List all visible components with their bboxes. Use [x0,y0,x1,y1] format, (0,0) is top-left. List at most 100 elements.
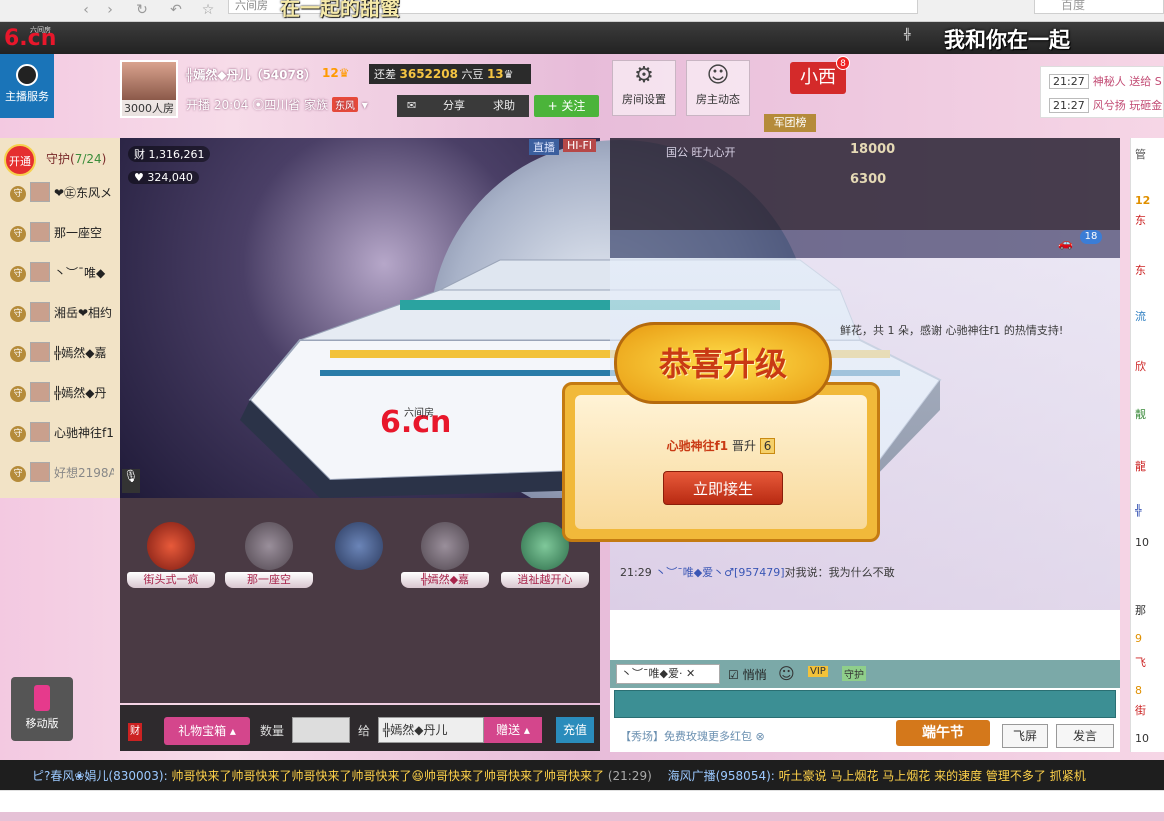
gift-message: 21:27 神秘人 送给 S [1049,73,1162,89]
follow-button[interactable]: + 关注 [534,95,599,117]
host-name: ╬嫣然◆丹儿（54078） [186,68,317,82]
guard-icon[interactable]: 守护 [842,666,866,681]
list-item[interactable]: 9 [1135,632,1164,646]
army-list-button[interactable]: 军团榜 [764,114,816,132]
qq-icon [16,64,38,86]
message-input[interactable] [614,690,1116,718]
list-item[interactable]: 流 [1135,308,1164,322]
guard-row[interactable]: 守 心驰神往f1 [0,416,116,456]
quantity-input[interactable] [292,717,350,743]
avatar [421,522,469,570]
chevron-down-icon[interactable]: ▾ [362,98,368,112]
fly-screen-button[interactable]: 飞屏 [1002,724,1048,748]
star-icon[interactable]: ☆ [198,0,218,20]
list-item[interactable]: 飞 [1135,654,1164,668]
xiaoxi-button[interactable]: 小西 8 [790,56,850,94]
gift-message: 21:27 风兮扬 玩砸金 [1049,97,1162,113]
guard-row[interactable]: 守 那一座空 [0,216,116,256]
vip-icon[interactable]: VIP [808,666,828,677]
seat[interactable]: 街头式一疯 [126,522,216,592]
guard-tag-icon: 守 [10,226,26,242]
back-arrow-icon[interactable]: ‹ [76,0,96,20]
live-tag[interactable]: 直播 [529,139,559,155]
chat-user[interactable]: 丶︶¯唯◆爱丶♂[957479] [655,566,784,579]
chat-target-select[interactable]: 丶︶¯唯◆爱· ✕ [616,664,720,684]
host-avatar[interactable]: 3000人房 [120,60,178,118]
list-item[interactable]: ╬ [1135,504,1164,518]
marquee-user[interactable]: ピ?春风❀娟儿(830003): [32,769,168,783]
chat-text: 鲜花，共 1 朵，感谢 心驰神往f1 的热情支持! [840,324,1064,337]
fans-value: 324,040 [147,171,193,184]
host-news-button[interactable]: ☺ 房主动态 [686,60,750,116]
list-item[interactable]: 管 [1135,146,1164,160]
mail-icon[interactable]: ✉ [407,95,416,117]
clan-badge[interactable]: 东风 [331,97,358,112]
marquee-text: ピ?春风❀娟儿(830003): 帅哥快来了帅哥快来了帅哥快来了帅哥快来了😆帅哥… [32,767,1086,784]
gift-box-button[interactable]: 礼物宝箱 ▴ [164,717,250,745]
guard-row[interactable]: 守 ❤㊣东风メ [0,176,116,216]
wealth-value: 1,316,261 [148,148,205,161]
open-guard-button[interactable]: 开通 [4,144,36,176]
guard-row[interactable]: 守 ╬嫣然◆嘉 [0,336,116,376]
guard-count: 7/24 [74,152,102,166]
upgrade-unit: 六豆 [461,68,484,81]
forward-arrow-icon[interactable]: › [100,0,120,20]
hifi-tag[interactable]: HI-FI [563,139,597,152]
list-item[interactable]: 欣 [1135,358,1164,372]
room-settings-button[interactable]: ⚙ 房间设置 [612,60,676,116]
close-icon[interactable]: ⊗ [756,730,765,743]
gift-text: 风兮扬 玩砸金 [1092,99,1163,112]
mobile-version-button[interactable]: 移动版 [11,677,73,741]
list-item[interactable]: 龍 [1135,458,1164,472]
list-item[interactable]: 街 [1135,702,1164,716]
accept-button[interactable]: 立即接生 [663,471,783,505]
guard-title: 守护(7/24) [46,150,106,167]
list-item[interactable]: 东 [1135,262,1164,276]
car-icon[interactable]: 🚗 [1058,236,1073,250]
guard-row[interactable]: 守 湘岳❤相约 [0,296,116,336]
help-button[interactable]: 求助 [493,95,515,117]
marquee-user[interactable]: 海风广播(958054): [668,769,775,783]
refresh-icon[interactable]: ↻ [132,0,152,20]
list-item[interactable]: 那 [1135,602,1164,616]
list-item[interactable]: 12 [1135,194,1164,208]
chat-tools: 丶︶¯唯◆爱· ✕ ☑ 悄悄 ☺ VIP 守护 [610,660,1120,688]
level-up-verb: 晋升 [731,439,756,453]
dragon-festival-button[interactable]: 端午节 [896,720,990,746]
search-placeholder: 百度 [1061,0,1086,12]
send-gift-label: 赠送 [496,723,521,737]
list-item[interactable]: 8 [1135,684,1164,698]
guard-row[interactable]: 守 ╬嫣然◆丹 [0,376,116,416]
recharge-button[interactable]: 充值 [556,717,594,743]
guard-row[interactable]: 守 好想2198A [0,456,116,496]
promo-link[interactable]: 【秀场】免费玫瑰更多红包 ⊗ [620,728,765,744]
guard-row[interactable]: 守 丶︶¯唯◆ [0,256,116,296]
avatar [245,522,293,570]
guard-name: ╬嫣然◆嘉 [54,346,107,360]
list-item[interactable]: 10 [1135,732,1164,746]
post-button[interactable]: 发言 [1056,724,1114,748]
recipient-select[interactable]: ╬嫣然◆丹儿 [378,717,484,743]
list-item[interactable]: 东 [1135,212,1164,226]
list-item[interactable]: 靓 [1135,406,1164,420]
close-icon[interactable]: ✕ [686,667,695,680]
list-item[interactable]: 10 [1135,536,1164,550]
rank-row[interactable]: 国公 旺九心开 [666,144,736,160]
give-label: 给 [358,724,371,738]
host-service-button[interactable]: 主播服务 [0,54,54,118]
overlay-title: 在一起的甜蜜 [280,0,400,20]
microphone-icon[interactable]: 🎙 [122,469,140,493]
seat[interactable]: ╬嫣然◆嘉 [400,522,490,592]
right-user-list: 管 12 东 东 流 欣 靓 龍 ╬ 10 那 9 飞 8 街 10 [1130,138,1164,752]
emoji-icon[interactable]: ☺ [778,664,795,683]
top-user[interactable]: ╬ [904,28,911,41]
share-button[interactable]: 分享 [443,95,465,117]
whisper-checkbox[interactable]: ☑ 悄悄 [728,666,767,683]
seat[interactable] [314,522,404,592]
search-input[interactable]: 百度 [1034,0,1164,14]
seat[interactable]: 那一座空 [224,522,314,592]
send-gift-button[interactable]: 赠送 ▴ [484,717,542,743]
rank-panel: 国公 旺九心开 18000 6300 [610,138,1120,230]
undo-icon[interactable]: ↶ [166,0,186,20]
avatar [335,522,383,570]
